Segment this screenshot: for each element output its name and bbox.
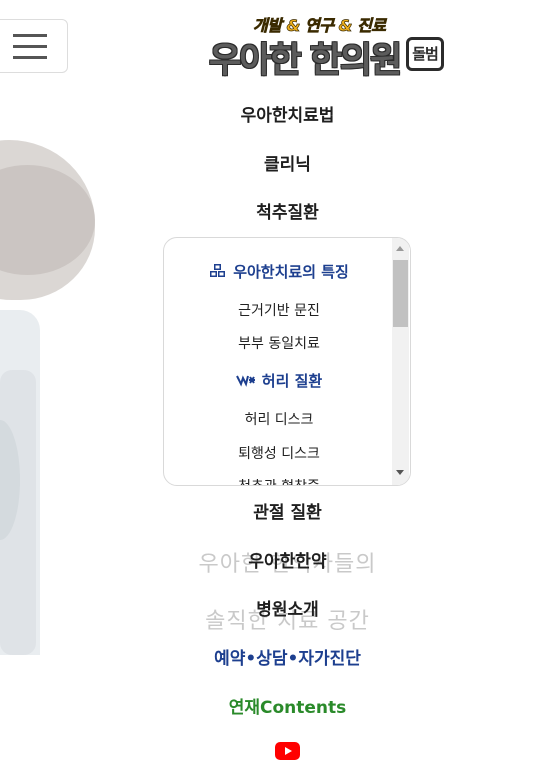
nav-item-about[interactable]: 병원소개 (0, 595, 551, 620)
submenu-section-features-label: 우아한치료의 특징 (233, 263, 349, 281)
nav-item-joint[interactable]: 관절 질환 (0, 498, 551, 523)
site-logo[interactable]: 개발 & 연구 & 진료 우아한 한의원 돌범 (205, 10, 450, 81)
spine-submenu[interactable]: 우아한치료의 특징 근거기반 문진 부부 동일치료 허리 질환 허리 디스크 퇴… (163, 237, 411, 486)
submenu-item-disc[interactable]: 허리 디스크 (164, 409, 394, 429)
scroll-thumb[interactable] (393, 260, 408, 327)
nav-item-spine[interactable]: 척추질환 (0, 198, 551, 223)
submenu-item-couple[interactable]: 부부 동일치료 (164, 333, 394, 353)
nav-item-contents[interactable]: 연재Contents (0, 693, 551, 718)
submenu-item-evidence[interactable]: 근거기반 문진 (164, 300, 394, 320)
scroll-up-arrow-icon[interactable] (396, 246, 404, 251)
nav-item-reservation[interactable]: 예약•상담•자가진단 (0, 644, 551, 669)
nav-item-treatment[interactable]: 우아한치료법 (0, 101, 551, 126)
logo-name: 우아한 한의원 (209, 41, 402, 81)
spine-icon (235, 373, 256, 391)
submenu-list: 우아한치료의 특징 근거기반 문진 부부 동일치료 허리 질환 허리 디스크 퇴… (164, 238, 394, 485)
youtube-icon[interactable] (275, 742, 300, 760)
submenu-scrollbar[interactable] (392, 238, 409, 485)
submenu-section-features[interactable]: 우아한치료의 특징 (164, 261, 394, 283)
menu-button[interactable] (0, 19, 68, 73)
submenu-section-waist-label: 허리 질환 (261, 372, 323, 390)
logo-badge: 돌범 (406, 37, 444, 71)
submenu-section-waist[interactable]: 허리 질환 (164, 370, 394, 391)
scroll-down-arrow-icon[interactable] (396, 470, 404, 475)
cubes-icon (209, 263, 227, 283)
nav-item-clinic[interactable]: 클리닉 (0, 150, 551, 175)
submenu-item-stenosis[interactable]: 척추관 협착증 (164, 476, 394, 485)
submenu-item-degenerative[interactable]: 퇴행성 디스크 (164, 443, 394, 463)
nav-item-herbal[interactable]: 우아한한약 (0, 547, 551, 572)
